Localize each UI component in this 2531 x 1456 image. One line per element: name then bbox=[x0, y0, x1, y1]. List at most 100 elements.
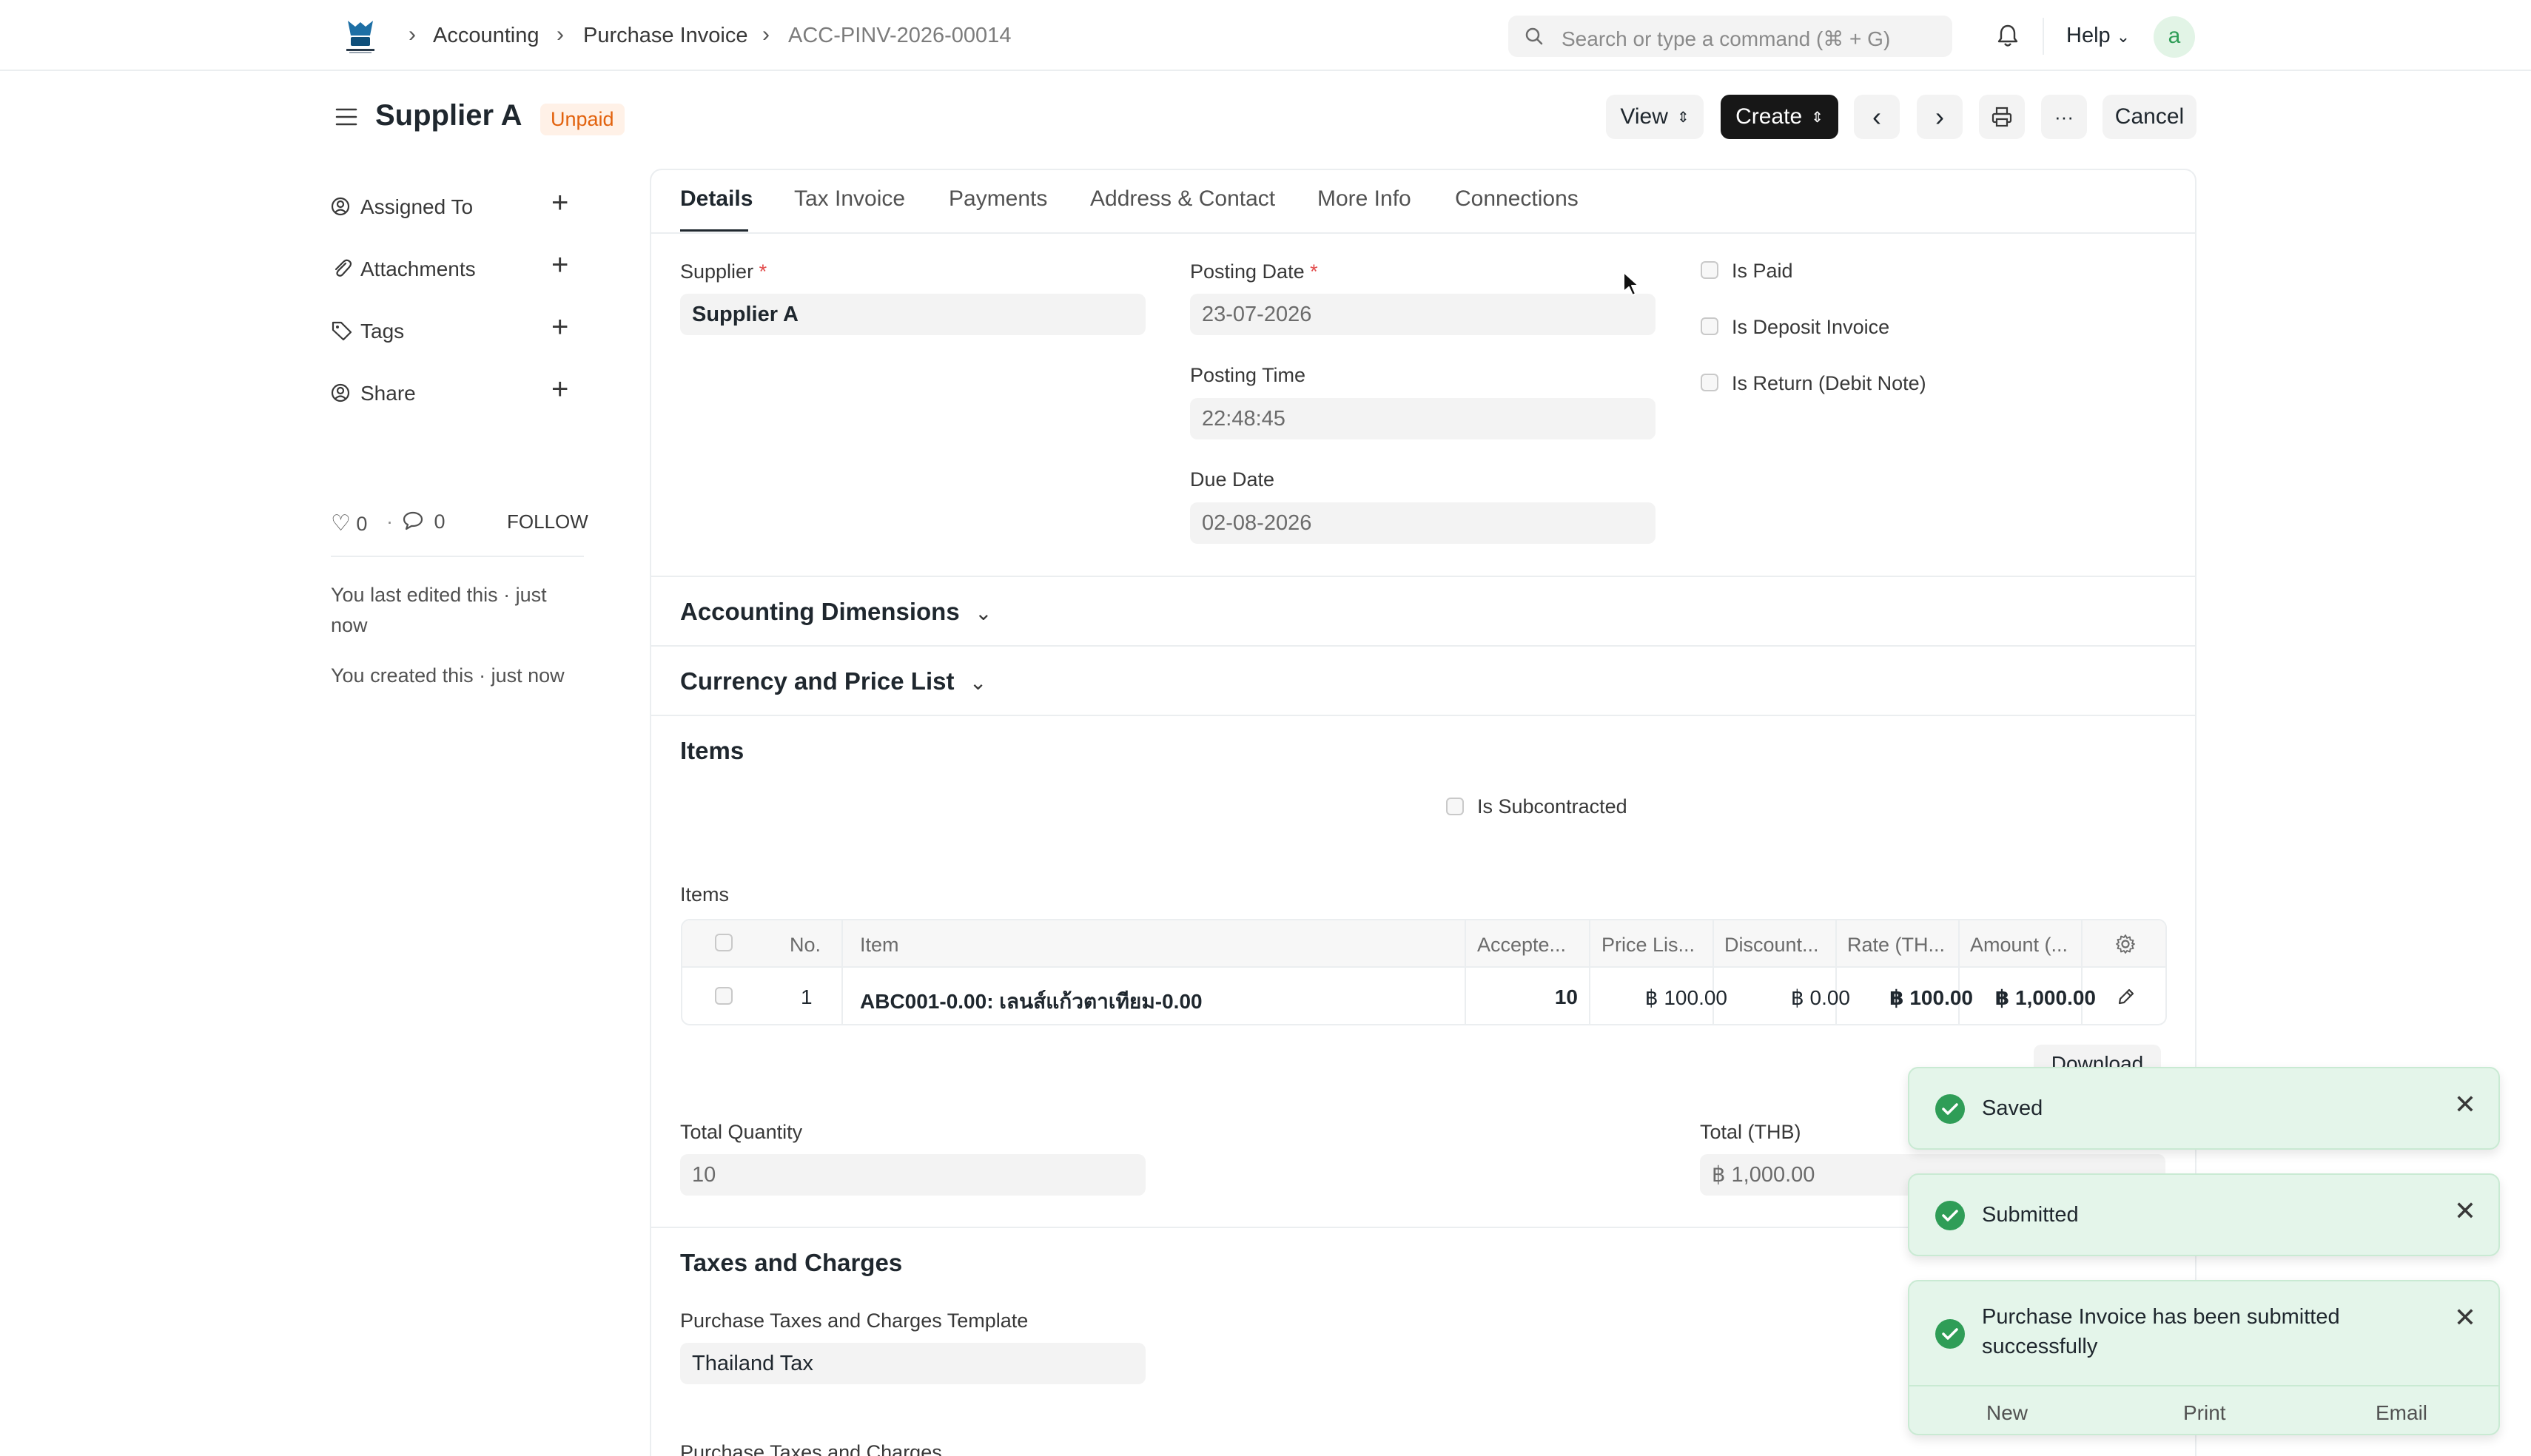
print-button[interactable] bbox=[1979, 95, 2025, 139]
sort-icon: ⇕ bbox=[1811, 109, 1824, 126]
row-discount[interactable]: ฿ 0.00 bbox=[1720, 985, 1850, 1010]
due-date-label: Due Date bbox=[1190, 468, 1275, 491]
next-doc-button[interactable]: › bbox=[1917, 95, 1963, 139]
tab-tax-invoice[interactable]: Tax Invoice bbox=[794, 186, 905, 212]
row-checkbox[interactable] bbox=[715, 987, 733, 1005]
toast-action-print[interactable]: Print bbox=[2183, 1401, 2226, 1425]
is-return-label: Is Return (Debit Note) bbox=[1732, 372, 1926, 394]
activity-created: You created this · just now bbox=[331, 664, 565, 687]
view-button[interactable]: View ⇕ bbox=[1606, 95, 1704, 139]
sidebar-item-label: Tags bbox=[360, 320, 405, 343]
bell-icon[interactable] bbox=[1996, 23, 2020, 48]
plus-icon[interactable]: + bbox=[551, 373, 568, 406]
toast-action-new[interactable]: New bbox=[1986, 1401, 2028, 1425]
close-icon[interactable]: ✕ bbox=[2454, 1089, 2476, 1120]
chevron-right-icon: › bbox=[762, 22, 770, 47]
is-paid-label: Is Paid bbox=[1732, 260, 1793, 282]
check-circle-icon bbox=[1935, 1201, 1965, 1230]
sidebar-item-label: Assigned To bbox=[360, 195, 474, 218]
total-quantity-label: Total Quantity bbox=[680, 1121, 803, 1143]
row-accepted-qty[interactable]: 10 bbox=[1511, 985, 1578, 1009]
toast-message: Submitted bbox=[1982, 1203, 2079, 1227]
settings-gear-icon[interactable] bbox=[2115, 934, 2136, 954]
follow-button[interactable]: FOLLOW bbox=[507, 510, 588, 533]
comment-count-value: 0 bbox=[434, 510, 446, 533]
sidebar-item-attachments[interactable]: Attachments + bbox=[331, 249, 582, 284]
plus-icon[interactable]: + bbox=[551, 249, 568, 282]
section-divider bbox=[651, 576, 2195, 577]
row-rate[interactable]: ฿ 100.00 bbox=[1843, 985, 1973, 1010]
close-icon[interactable]: ✕ bbox=[2454, 1196, 2476, 1227]
share-icon bbox=[331, 383, 350, 402]
divider bbox=[2043, 18, 2044, 55]
taxes-template-field[interactable]: Thailand Tax bbox=[680, 1343, 1146, 1384]
total-label: Total (THB) bbox=[1700, 1121, 1801, 1143]
sidebar-item-share[interactable]: Share + bbox=[331, 373, 582, 408]
avatar[interactable]: a bbox=[2154, 16, 2195, 58]
is-paid-checkbox[interactable] bbox=[1701, 261, 1718, 279]
is-return-checkbox[interactable] bbox=[1701, 374, 1718, 391]
plus-icon[interactable]: + bbox=[551, 186, 568, 220]
view-label: View bbox=[1620, 104, 1668, 129]
tab-payments[interactable]: Payments bbox=[949, 186, 1047, 212]
mouse-cursor-icon bbox=[1623, 272, 1639, 296]
paperclip-icon bbox=[335, 259, 352, 277]
toast-message: Purchase Invoice has been submitted succ… bbox=[1982, 1305, 2340, 1358]
cancel-button[interactable]: Cancel bbox=[2103, 95, 2196, 139]
row-price-list-rate[interactable]: ฿ 100.00 bbox=[1597, 985, 1727, 1010]
sidebar-item-tags[interactable]: Tags + bbox=[331, 311, 582, 346]
breadcrumb-doctype[interactable]: Purchase Invoice bbox=[583, 24, 747, 48]
toast-action-email[interactable]: Email bbox=[2376, 1401, 2427, 1425]
select-all-checkbox[interactable] bbox=[715, 934, 733, 951]
tab-divider bbox=[651, 232, 2195, 234]
toast-saved: Saved ✕ bbox=[1908, 1067, 2500, 1150]
due-date-field[interactable]: 02-08-2026 bbox=[1190, 502, 1656, 544]
heart-icon: ♡ bbox=[331, 511, 351, 536]
status-badge: Unpaid bbox=[540, 104, 625, 135]
row-item[interactable]: ABC001-0.00: เลนส์แก้วตาเทียม-0.00 bbox=[860, 985, 1203, 1018]
search-placeholder: Search or type a command (⌘ + G) bbox=[1562, 27, 1891, 50]
toast-message: Saved bbox=[1982, 1096, 2043, 1120]
breadcrumb-module[interactable]: Accounting bbox=[433, 24, 540, 48]
page-title: Supplier A bbox=[375, 99, 522, 132]
edit-pencil-icon[interactable] bbox=[2117, 987, 2136, 1006]
separator-dot: · bbox=[386, 510, 393, 533]
chevron-left-icon: ‹ bbox=[1872, 101, 1881, 132]
previous-doc-button[interactable]: ‹ bbox=[1854, 95, 1900, 139]
items-section-title: Items bbox=[680, 737, 744, 764]
items-table: No. Item Accepte... Price Lis... Discoun… bbox=[681, 919, 2167, 1025]
tab-details[interactable]: Details bbox=[680, 186, 753, 212]
column-divider bbox=[841, 920, 843, 1024]
is-subcontracted-checkbox[interactable] bbox=[1446, 798, 1464, 815]
taxes-table-label: Purchase Taxes and Charges bbox=[680, 1441, 942, 1456]
search-input[interactable]: Search or type a command (⌘ + G) bbox=[1508, 16, 1952, 57]
create-button[interactable]: Create ⇕ bbox=[1721, 95, 1838, 139]
posting-date-field[interactable]: 23-07-2026 bbox=[1190, 294, 1656, 335]
tab-more-info[interactable]: More Info bbox=[1317, 186, 1411, 212]
toast-submitted: Submitted ✕ bbox=[1908, 1173, 2500, 1256]
more-actions-button[interactable]: ··· bbox=[2041, 95, 2087, 139]
close-icon[interactable]: ✕ bbox=[2454, 1302, 2476, 1333]
supplier-field[interactable]: Supplier A bbox=[680, 294, 1146, 335]
like-count[interactable]: ♡ 0 bbox=[331, 510, 367, 536]
currency-price-list-section[interactable]: Currency and Price List ⌄ bbox=[680, 667, 986, 695]
cancel-label: Cancel bbox=[2114, 104, 2185, 129]
sidebar-item-assigned-to[interactable]: Assigned To + bbox=[331, 186, 582, 222]
column-header-item: Item bbox=[860, 934, 899, 956]
posting-time-label: Posting Time bbox=[1190, 364, 1306, 386]
tab-address-contact[interactable]: Address & Contact bbox=[1090, 186, 1275, 212]
column-header-no: No. bbox=[790, 934, 821, 956]
printer-icon bbox=[1991, 107, 2012, 127]
tab-connections[interactable]: Connections bbox=[1455, 186, 1579, 212]
plus-icon[interactable]: + bbox=[551, 311, 568, 344]
comment-count[interactable]: 0 bbox=[402, 510, 446, 533]
is-deposit-checkbox[interactable] bbox=[1701, 317, 1718, 335]
app-logo[interactable] bbox=[342, 16, 379, 55]
menu-toggle-icon[interactable] bbox=[335, 105, 358, 129]
top-navbar: › Accounting › Purchase Invoice › ACC-PI… bbox=[0, 0, 2531, 71]
chevron-right-icon: › bbox=[557, 22, 564, 47]
accounting-dimensions-section[interactable]: Accounting Dimensions ⌄ bbox=[680, 598, 992, 626]
posting-time-field[interactable]: 22:48:45 bbox=[1190, 398, 1656, 439]
help-menu[interactable]: Help ⌄ bbox=[2066, 24, 2130, 48]
column-divider bbox=[1589, 920, 1590, 1024]
